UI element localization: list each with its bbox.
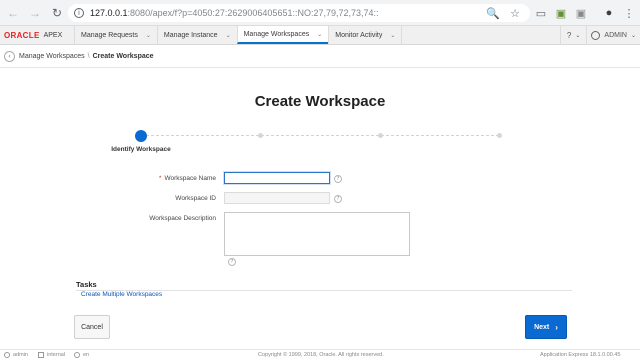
site-info-icon[interactable]: i xyxy=(74,8,84,18)
extension-icon[interactable]: ▣ xyxy=(572,4,590,22)
back-arrow-icon[interactable]: ← xyxy=(4,4,22,22)
cancel-button[interactable]: Cancel xyxy=(74,315,110,339)
workspace-description-label: Workspace Description xyxy=(149,215,216,222)
user-avatar-icon xyxy=(591,31,601,40)
footer-user-text: admin xyxy=(13,352,28,358)
bookmark-star-icon[interactable]: ☆ xyxy=(506,4,524,22)
breadcrumb-parent-link[interactable]: Manage Workspaces xyxy=(19,53,85,60)
footer-copyright: Copyright © 1999, 2018, Oracle. All righ… xyxy=(258,352,384,358)
tasks-heading: Tasks xyxy=(76,280,97,289)
reload-icon[interactable]: ↻ xyxy=(48,4,66,22)
help-icon[interactable]: ? xyxy=(334,195,342,203)
footer: admin internal en Copyright © 1999, 2018… xyxy=(0,349,640,360)
footer-schema: internal xyxy=(38,352,65,358)
breadcrumb-current: Create Workspace xyxy=(92,53,154,60)
tab-manage-requests[interactable]: Manage Requests ⌄ xyxy=(74,26,157,44)
breadcrumb-separator: \ xyxy=(87,53,90,60)
account-icon[interactable]: ● xyxy=(600,4,618,22)
chevron-down-icon: ⌄ xyxy=(225,32,231,39)
database-icon xyxy=(38,352,44,358)
footer-version: Application Express 18.1.0.00.45 xyxy=(540,352,621,358)
tab-monitor-activity[interactable]: Monitor Activity ⌄ xyxy=(328,26,403,44)
create-multiple-workspaces-link[interactable]: Create Multiple Workspaces xyxy=(81,291,162,298)
chevron-down-icon: ⌄ xyxy=(317,31,323,38)
globe-icon xyxy=(74,352,80,358)
breadcrumb: ‹ Manage Workspaces \ Create Workspace xyxy=(0,46,640,68)
workspace-id-label: Workspace ID xyxy=(175,195,216,202)
tab-label: Manage Requests xyxy=(81,31,138,39)
logo-apex-text: APEX xyxy=(43,31,63,39)
browser-toolbar: ← → ↻ i 127.0.0.1:8080/apex/f?p=4050:27:… xyxy=(0,0,640,26)
address-bar[interactable]: i 127.0.0.1:8080/apex/f?p=4050:27:262900… xyxy=(68,4,530,22)
tab-manage-instance[interactable]: Manage Instance ⌄ xyxy=(156,26,237,44)
chevron-down-icon: ⌄ xyxy=(630,33,636,39)
page-title: Create Workspace xyxy=(254,93,386,110)
wizard-progress-track xyxy=(141,135,499,136)
cast-icon[interactable]: ▭ xyxy=(532,4,550,22)
workspace-description-textarea[interactable] xyxy=(224,212,410,256)
apex-header: ORACLE APEX Manage Requests ⌄ Manage Ins… xyxy=(0,26,640,45)
tab-label: Manage Workspaces xyxy=(243,30,310,38)
zoom-icon[interactable]: 🔍 xyxy=(484,4,502,22)
logo-oracle-text: ORACLE xyxy=(4,30,40,40)
help-icon[interactable]: ? xyxy=(334,175,342,183)
url-host: 127.0.0.1 xyxy=(90,8,128,18)
next-button-label: Next xyxy=(534,323,550,331)
required-indicator: * xyxy=(158,175,162,182)
chevron-down-icon: ⌄ xyxy=(390,32,396,39)
wizard-step-pending xyxy=(378,133,383,138)
workspace-name-label: * Workspace Name xyxy=(120,175,216,182)
footer-language-text: en xyxy=(83,352,90,358)
wizard-step-label: Identify Workspace xyxy=(111,146,171,153)
help-menu-button[interactable]: ? ⌄ xyxy=(559,26,586,45)
user-icon xyxy=(4,352,10,358)
oracle-apex-logo[interactable]: ORACLE APEX xyxy=(0,26,74,44)
wizard-step-pending xyxy=(258,133,263,138)
footer-user: admin xyxy=(4,352,28,358)
workspace-name-input[interactable] xyxy=(224,172,330,184)
user-menu-button[interactable]: ADMIN ⌄ xyxy=(586,26,640,45)
footer-language: en xyxy=(74,352,89,358)
header-right: ? ⌄ ADMIN ⌄ xyxy=(559,26,640,45)
workspace-name-label-text: Workspace Name xyxy=(164,175,216,182)
breadcrumb-back-icon[interactable]: ‹ xyxy=(4,51,15,62)
tab-label: Manage Instance xyxy=(163,31,218,39)
tab-label: Monitor Activity xyxy=(335,31,383,39)
workspace-id-input[interactable] xyxy=(224,192,330,204)
help-icon[interactable]: ? xyxy=(228,258,236,266)
browser-menu-icon[interactable]: ⋮ xyxy=(620,4,638,22)
wizard-step-current xyxy=(135,130,147,142)
chevron-down-icon: ⌄ xyxy=(575,33,581,39)
forward-arrow-icon[interactable]: → xyxy=(26,4,44,22)
page: ← → ↻ i 127.0.0.1:8080/apex/f?p=4050:27:… xyxy=(0,0,640,360)
extension-icon[interactable]: ▣ xyxy=(552,4,570,22)
chevron-down-icon: ⌄ xyxy=(145,32,151,39)
wizard-step-pending xyxy=(497,133,502,138)
url-path: :8080/apex/f?p=4050:27:2629006405651::NO… xyxy=(127,8,379,18)
tab-manage-workspaces[interactable]: Manage Workspaces ⌄ xyxy=(236,26,329,44)
next-button[interactable]: Next › xyxy=(525,315,567,339)
footer-schema-text: internal xyxy=(47,352,66,358)
help-icon: ? xyxy=(566,31,572,40)
user-name: ADMIN xyxy=(604,32,627,39)
chevron-right-icon: › xyxy=(555,322,558,332)
